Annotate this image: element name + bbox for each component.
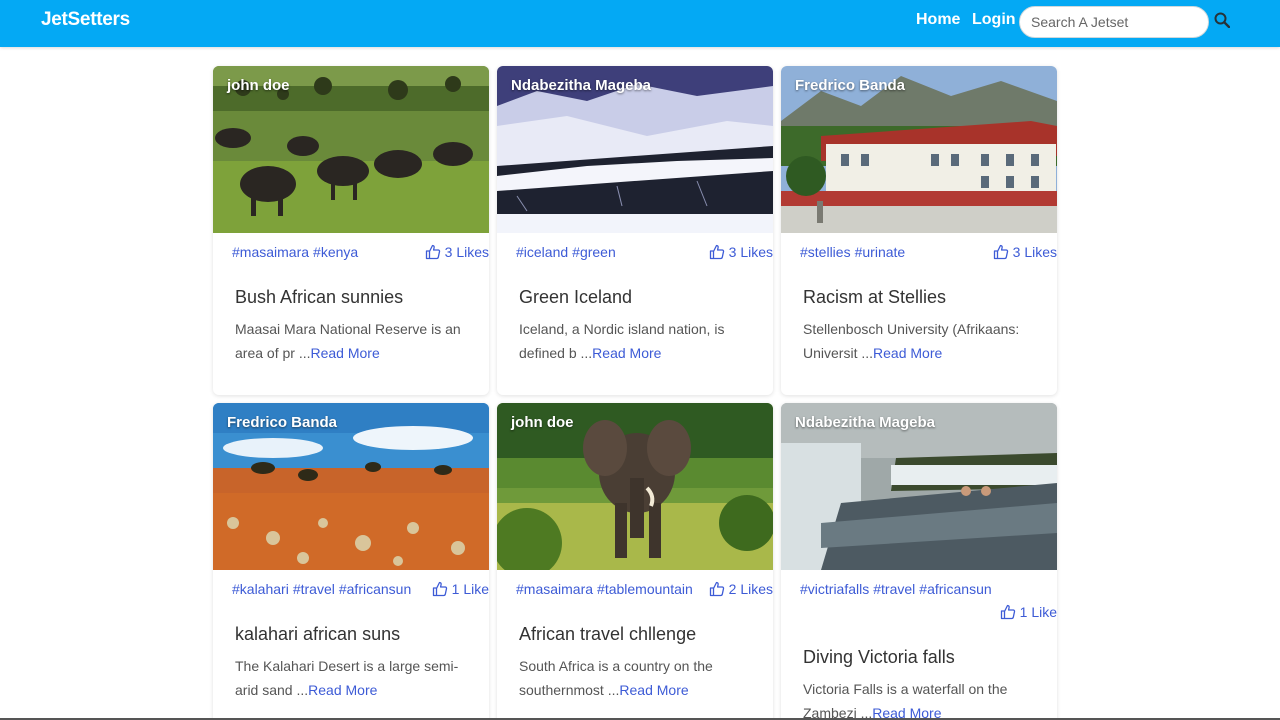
thumbs-up-icon — [993, 244, 1008, 260]
tag-link[interactable]: #victriafalls — [800, 581, 869, 597]
like-button[interactable]: 1 Like — [428, 581, 489, 597]
post-card[interactable]: john doe #masaimara #tablemountain 2 Like… — [497, 403, 773, 720]
tag-link[interactable]: #masaimara — [516, 581, 593, 597]
search-input[interactable] — [1019, 6, 1209, 38]
post-meta: #masaimara #kenya 3 Likes — [213, 233, 489, 273]
tag-link[interactable]: #tablemountain — [597, 581, 693, 597]
nav-login-link[interactable]: Login — [972, 11, 1016, 29]
post-image[interactable]: Ndabezitha Mageba — [781, 403, 1057, 570]
post-author: Fredrico Banda — [795, 77, 906, 94]
post-image[interactable]: john doe — [213, 66, 489, 233]
post-author: Ndabezitha Mageba — [511, 77, 652, 94]
tag-link[interactable]: #urinate — [855, 244, 906, 260]
post-title[interactable]: African travel chllenge — [519, 624, 751, 645]
read-more-link[interactable]: Read More — [873, 345, 942, 361]
post-excerpt: Stellenbosch University (Afrikaans: Univ… — [803, 317, 1035, 365]
post-tags: #iceland #green — [516, 244, 620, 260]
post-image[interactable]: Fredrico Banda — [781, 66, 1057, 233]
post-author: john doe — [511, 414, 574, 431]
likes-count: 3 Likes — [1012, 244, 1057, 260]
like-button[interactable]: 1 Like — [996, 604, 1057, 620]
search-button[interactable] — [1213, 12, 1231, 30]
like-button[interactable]: 3 Likes — [989, 244, 1057, 260]
post-excerpt: Iceland, a Nordic island nation, is defi… — [519, 317, 751, 365]
tag-link[interactable]: #africansun — [339, 581, 411, 597]
post-excerpt: The Kalahari Desert is a large semi-arid… — [235, 654, 467, 702]
post-tags: #masaimara #tablemountain — [516, 581, 697, 597]
tag-link[interactable]: #travel — [293, 581, 335, 597]
post-tags: #masaimara #kenya — [232, 244, 362, 260]
post-card[interactable]: Fredrico Banda #stellies #urinate 3 Likes… — [781, 66, 1057, 395]
post-title[interactable]: Racism at Stellies — [803, 287, 1035, 308]
thumbs-up-icon — [425, 244, 440, 260]
read-more-link[interactable]: Read More — [310, 345, 379, 361]
post-tags: #victriafalls #travel #africansun — [800, 581, 996, 597]
post-card[interactable]: Ndabezitha Mageba #iceland #green 3 Likes… — [497, 66, 773, 395]
tag-link[interactable]: #iceland — [516, 244, 568, 260]
post-image[interactable]: Ndabezitha Mageba — [497, 66, 773, 233]
post-title[interactable]: Diving Victoria falls — [803, 647, 1035, 668]
tag-link[interactable]: #travel — [873, 581, 915, 597]
post-image[interactable]: Fredrico Banda — [213, 403, 489, 570]
thumbs-up-icon — [432, 581, 447, 597]
post-excerpt: Maasai Mara National Reserve is an area … — [235, 317, 467, 365]
tag-link[interactable]: #kenya — [313, 244, 358, 260]
post-author: Ndabezitha Mageba — [795, 414, 936, 431]
post-author: Fredrico Banda — [227, 414, 338, 431]
post-card[interactable]: john doe #masaimara #kenya 3 Likes Bush A… — [213, 66, 489, 395]
post-excerpt: South Africa is a country on the souther… — [519, 654, 751, 702]
post-title[interactable]: Bush African sunnies — [235, 287, 467, 308]
post-card[interactable]: Ndabezitha Mageba #victriafalls #travel #a… — [781, 403, 1057, 720]
navbar: JetSetters Home Login — [0, 0, 1280, 47]
likes-count: 1 Like — [451, 581, 489, 597]
nav-home-link[interactable]: Home — [916, 11, 960, 29]
tag-link[interactable]: #green — [572, 244, 616, 260]
read-more-link[interactable]: Read More — [619, 682, 688, 698]
post-excerpt: Victoria Falls is a waterfall on the Zam… — [803, 677, 1035, 720]
thumbs-up-icon — [709, 244, 724, 260]
read-more-link[interactable]: Read More — [592, 345, 661, 361]
read-more-link[interactable]: Read More — [308, 682, 377, 698]
post-author: john doe — [227, 77, 290, 94]
likes-count: 2 Likes — [728, 581, 773, 597]
post-tags: #kalahari #travel #africansun — [232, 581, 415, 597]
post-meta: #iceland #green 3 Likes — [497, 233, 773, 273]
like-button[interactable]: 3 Likes — [421, 244, 489, 260]
post-card[interactable]: Fredrico Banda #kalahari #travel #africans… — [213, 403, 489, 720]
tag-link[interactable]: #stellies — [800, 244, 851, 260]
post-title[interactable]: kalahari african suns — [235, 624, 467, 645]
search-icon — [1214, 12, 1231, 29]
likes-count: 3 Likes — [728, 244, 773, 260]
post-meta: #kalahari #travel #africansun 1 Like — [213, 570, 489, 610]
tag-link[interactable]: #kalahari — [232, 581, 289, 597]
like-button[interactable]: 3 Likes — [705, 244, 773, 260]
thumbs-up-icon — [709, 581, 724, 597]
likes-count: 1 Like — [1019, 604, 1057, 620]
tag-link[interactable]: #masaimara — [232, 244, 309, 260]
post-meta: #masaimara #tablemountain 2 Likes — [497, 570, 773, 610]
like-button[interactable]: 2 Likes — [705, 581, 773, 597]
post-image[interactable]: john doe — [497, 403, 773, 570]
tag-link[interactable]: #africansun — [919, 581, 991, 597]
post-tags: #stellies #urinate — [800, 244, 909, 260]
brand-logo-link[interactable]: JetSetters — [41, 9, 130, 31]
post-title[interactable]: Green Iceland — [519, 287, 751, 308]
post-meta: #stellies #urinate 3 Likes — [781, 233, 1057, 273]
thumbs-up-icon — [1000, 604, 1015, 620]
post-meta: #victriafalls #travel #africansun 1 Like — [781, 570, 1057, 633]
likes-count: 3 Likes — [444, 244, 489, 260]
